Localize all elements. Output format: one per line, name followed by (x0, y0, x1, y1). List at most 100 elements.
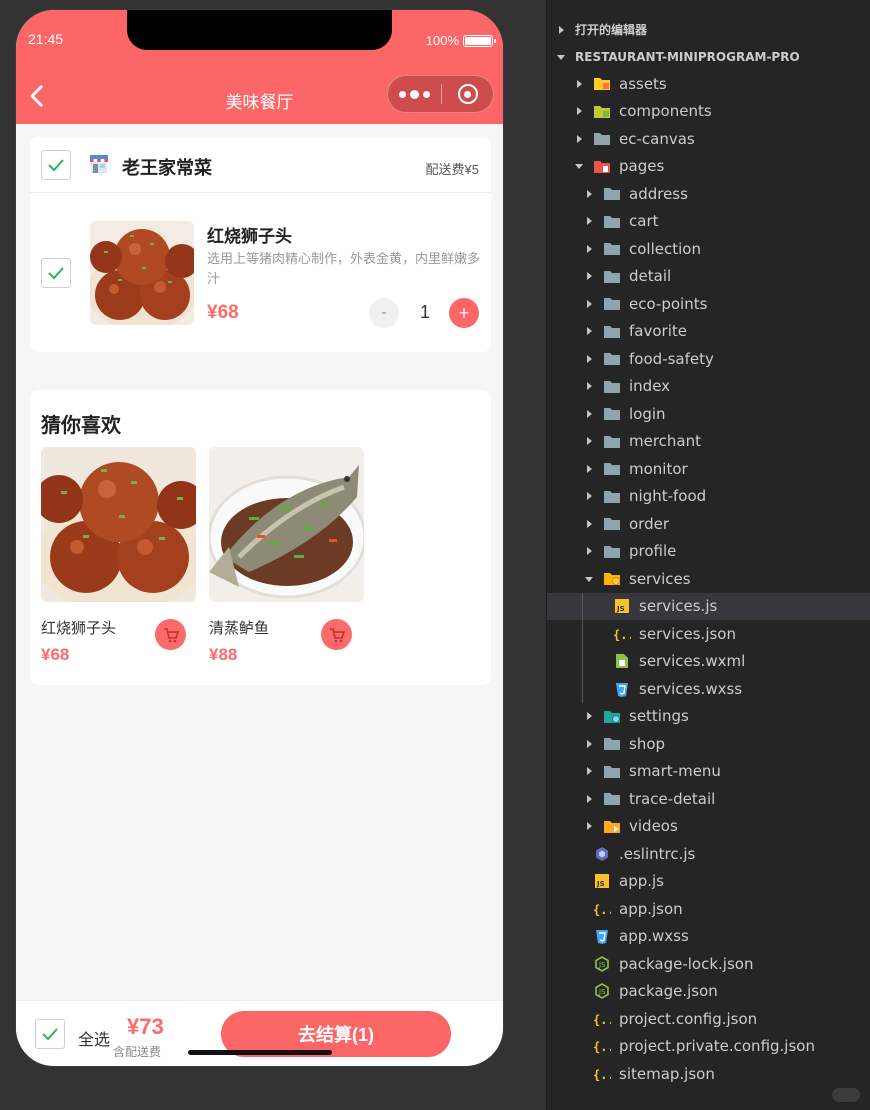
tree-item-project-private-config-json[interactable]: {..} project.private.config.json (547, 1033, 870, 1060)
folder-icon (603, 736, 621, 752)
shop-checkbox[interactable] (41, 150, 71, 180)
recommend-fish-image[interactable] (209, 447, 364, 602)
folder-icon (603, 241, 621, 257)
folder-icon (603, 378, 621, 394)
twist-spacer (573, 930, 585, 942)
tree-item-settings[interactable]: settings (547, 703, 870, 730)
open-editors-header[interactable]: 打开的编辑器 (547, 16, 870, 43)
tree-item-night-food[interactable]: night-food (547, 483, 870, 510)
item-checkbox[interactable] (41, 258, 71, 288)
tree-item-order[interactable]: order (547, 510, 870, 537)
tree-item-merchant[interactable]: merchant (547, 428, 870, 455)
svg-text:JS: JS (596, 880, 605, 888)
recommend-card: 猜你喜欢 红烧狮子头 ¥68 清蒸鲈鱼 ¥88 (30, 390, 491, 685)
svg-text:JS: JS (598, 961, 606, 969)
twist-spacer (573, 875, 585, 887)
tree-item-address[interactable]: address (547, 180, 870, 207)
chevron-right-icon (583, 463, 595, 475)
tree-item-services-wxml[interactable]: services.wxml (547, 648, 870, 675)
tree-item-services[interactable]: services (547, 565, 870, 592)
item-price: ¥68 (207, 302, 239, 323)
tree-item-app-wxss[interactable]: app.wxss (547, 923, 870, 950)
tree-item-food-safety[interactable]: food-safety (547, 345, 870, 372)
tree-item-trace-detail[interactable]: trace-detail (547, 785, 870, 812)
tree-item-cart[interactable]: cart (547, 208, 870, 235)
chevron-right-icon (583, 820, 595, 832)
folder-icon (603, 488, 621, 504)
twist-spacer (593, 628, 605, 640)
chevron-right-icon (583, 188, 595, 200)
item-name: 红烧狮子头 (207, 227, 292, 246)
twist-spacer (573, 985, 585, 997)
tree-item-sitemap-json[interactable]: {..} sitemap.json (547, 1060, 870, 1087)
tree-item-package-lock-json[interactable]: JS package-lock.json (547, 950, 870, 977)
svg-text:JS: JS (598, 988, 606, 996)
tree-item-collection[interactable]: collection (547, 235, 870, 262)
folder-icon (603, 186, 621, 202)
status-time: 21:45 (28, 31, 64, 47)
tree-item-index[interactable]: index (547, 373, 870, 400)
tree-item-label: shop (629, 734, 666, 753)
chevron-right-icon (583, 270, 595, 282)
tree-item-eco-points[interactable]: eco-points (547, 290, 870, 317)
svg-text:{..}: {..} (613, 628, 631, 642)
cart-shop-card: 老王家常菜 配送费¥5 红烧狮子头 选用上等猪肉精心制作，外表金黄，内里鲜嫩多汁… (30, 137, 491, 352)
tree-item-detail[interactable]: detail (547, 263, 870, 290)
tree-item-app-js[interactable]: JS app.js (547, 868, 870, 895)
tree-item-label: services.json (639, 624, 736, 643)
quantity-decrease-button[interactable]: - (369, 298, 399, 328)
tree-item-label: address (629, 184, 688, 203)
close-miniprogram-icon[interactable] (442, 76, 493, 112)
wxss-file-icon (593, 928, 611, 944)
quantity-increase-button[interactable]: + (449, 298, 479, 328)
node-file-icon: JS (593, 983, 611, 999)
project-header[interactable]: RESTAURANT-MINIPROGRAM-PRO (547, 43, 870, 70)
tree-item-label: services.wxss (639, 679, 743, 698)
tree-item-label: smart-menu (629, 762, 721, 780)
tree-item-ec-canvas[interactable]: ec-canvas (547, 125, 870, 152)
tree-item-label: trace-detail (629, 789, 716, 808)
svg-text:{..}: {..} (593, 1040, 611, 1054)
tree-item-login[interactable]: login (547, 400, 870, 427)
add-to-cart-icon[interactable] (321, 619, 352, 650)
add-to-cart-icon[interactable] (155, 619, 186, 650)
tree-item-components[interactable]: components (547, 98, 870, 125)
chevron-right-icon (583, 518, 595, 530)
tree-item-project-config-json[interactable]: {..} project.config.json (547, 1005, 870, 1032)
card-divider (30, 192, 491, 193)
meatball-image[interactable] (90, 221, 194, 325)
js-file-icon: JS (613, 598, 631, 614)
tree-item-label: night-food (629, 487, 707, 505)
tree-item-package-json[interactable]: JS package.json (547, 978, 870, 1005)
tree-item-label: detail (629, 267, 672, 285)
recommend-item-name: 红烧狮子头 (41, 620, 117, 637)
tree-item-monitor[interactable]: monitor (547, 455, 870, 482)
delivery-fee: 配送费¥5 (425, 162, 479, 177)
twist-spacer (593, 655, 605, 667)
twist-spacer (593, 683, 605, 695)
tree-item-assets[interactable]: assets (547, 70, 870, 97)
more-dots-icon[interactable] (388, 76, 441, 112)
tree-item-profile[interactable]: profile (547, 538, 870, 565)
select-all-checkbox[interactable] (35, 1019, 65, 1049)
folder-icon (603, 516, 621, 532)
tree-item-pages[interactable]: pages (547, 153, 870, 180)
tree-item-smart-menu[interactable]: smart-menu (547, 758, 870, 785)
tree-item-shop[interactable]: shop (547, 730, 870, 757)
folder-services-icon (603, 571, 621, 587)
recommend-title: 猜你喜欢 (41, 415, 121, 437)
select-all-label: 全选 (78, 1032, 111, 1049)
folder-components-icon (593, 103, 611, 119)
tree-item-label: login (629, 404, 666, 423)
tree-item-videos[interactable]: videos (547, 813, 870, 840)
tree-item-label: app.js (619, 872, 664, 890)
tree-item-favorite[interactable]: favorite (547, 318, 870, 345)
js-file-icon: JS (593, 873, 611, 889)
recommend-meatball-image[interactable] (41, 447, 196, 602)
tree-item-services-json[interactable]: {..} services.json (547, 620, 870, 647)
tree-item-label: eco-points (629, 294, 708, 313)
tree-item-services-js[interactable]: JS services.js (547, 592, 870, 620)
tree-item-eslintrc-js[interactable]: .eslintrc.js (547, 840, 870, 867)
tree-item-app-json[interactable]: {..} app.json (547, 895, 870, 922)
tree-item-services-wxss[interactable]: services.wxss (547, 675, 870, 702)
